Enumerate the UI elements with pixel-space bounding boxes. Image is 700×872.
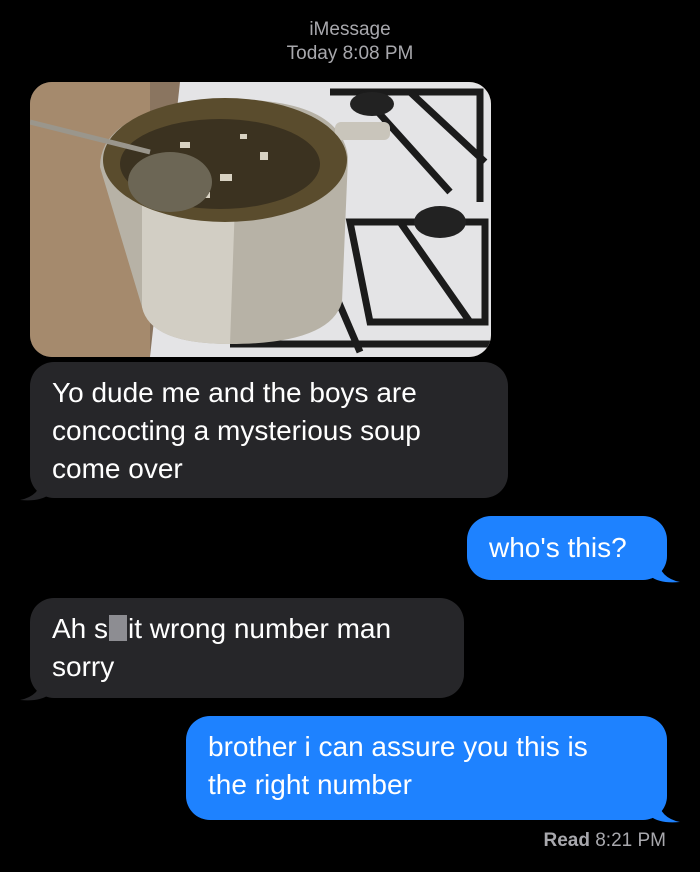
censor-block (109, 615, 128, 641)
message-line: concocting a mysterious soup (52, 415, 421, 446)
outgoing-message-2[interactable]: brother i can assure you this is the rig… (186, 716, 667, 820)
incoming-message-2[interactable]: Ah s it wrong number man sorry (30, 598, 464, 698)
read-label: Read (543, 830, 590, 851)
incoming-bubble-tail (20, 678, 50, 701)
message-line: brother i can assure you this is (208, 731, 588, 762)
read-receipt: Read 8:21 PM (543, 830, 666, 852)
outgoing-message-1[interactable]: who's this? (467, 516, 667, 580)
service-label: iMessage (309, 19, 391, 40)
message-line: who's this? (489, 532, 627, 563)
message-line: sorry (52, 651, 115, 682)
outgoing-bubble-tail (650, 800, 680, 823)
outgoing-bubble-tail (650, 560, 680, 583)
read-time: 8:21 PM (595, 830, 666, 851)
incoming-message-1[interactable]: Yo dude me and the boys are concocting a… (30, 362, 508, 498)
soup-pot-photo (30, 82, 491, 357)
timestamp: Today 8:08 PM (286, 43, 414, 64)
message-line: come over (52, 453, 183, 484)
conversation-header: iMessage Today 8:08 PM (0, 18, 700, 66)
message-line: Yo dude me and the boys are (52, 377, 417, 408)
message-line: the right number (208, 769, 412, 800)
photo-attachment[interactable] (30, 82, 491, 357)
message-line: Ah s it wrong number man (52, 613, 392, 644)
incoming-bubble-tail (20, 478, 50, 501)
